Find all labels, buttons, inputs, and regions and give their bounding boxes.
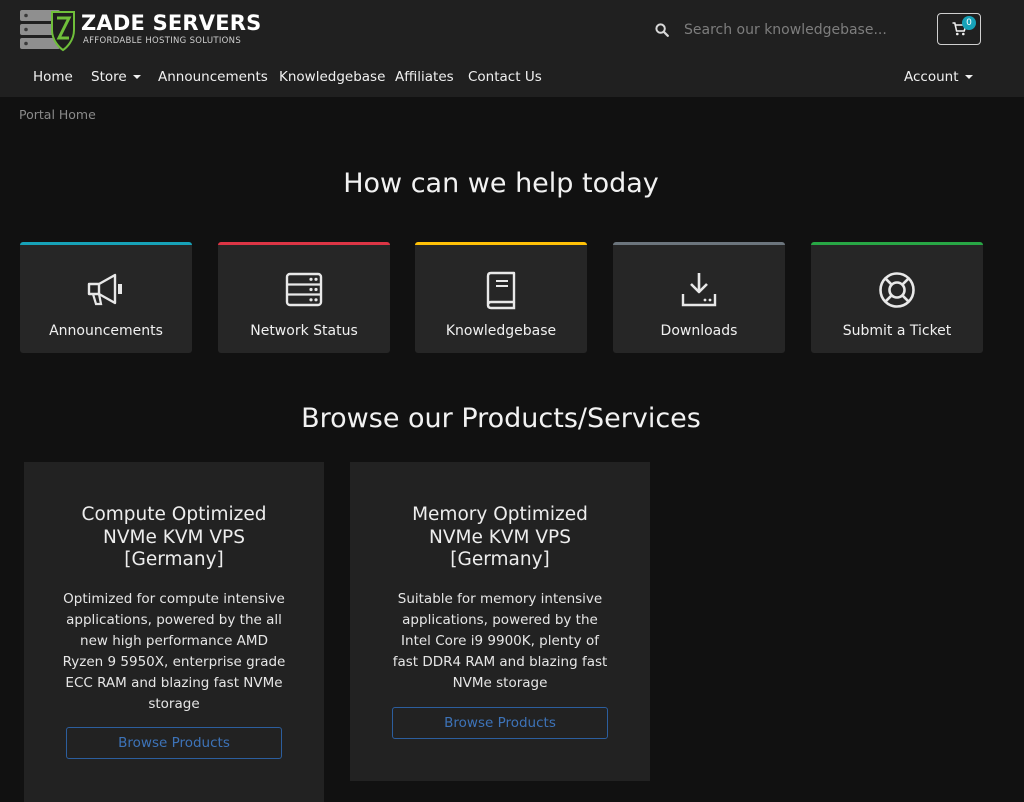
main-nav: Home Store Announcements Knowledgebase A… — [0, 69, 1024, 91]
product-title: Memory Optimized NVMe KVM VPS [Germany] — [412, 504, 588, 570]
tile-downloads[interactable]: Downloads — [613, 242, 785, 353]
book-icon — [486, 271, 516, 310]
nav-account[interactable]: Account — [904, 69, 973, 85]
brand-name: ZADE SERVERS — [81, 11, 262, 35]
knowledgebase-search-input[interactable] — [684, 17, 904, 43]
server-icon — [285, 272, 323, 307]
products-heading: Browse our Products/Services — [301, 403, 701, 434]
brand-tagline: AFFORDABLE HOSTING SOLUTIONS — [83, 36, 242, 46]
download-icon — [681, 273, 717, 307]
nav-affiliates[interactable]: Affiliates — [395, 69, 454, 85]
megaphone-icon — [87, 273, 122, 306]
tile-label: Downloads — [660, 323, 738, 339]
caret-down-icon — [132, 75, 141, 79]
nav-store[interactable]: Store — [91, 69, 141, 85]
tile-label: Knowledgebase — [445, 323, 557, 339]
product-title: Compute Optimized NVMe KVM VPS [Germany] — [81, 504, 267, 570]
tile-network-status[interactable]: Network Status — [218, 242, 390, 353]
nav-account-label: Account — [904, 69, 959, 85]
tile-submit-ticket[interactable]: Submit a Ticket — [811, 242, 983, 353]
site-header: ZADE SERVERS AFFORDABLE HOSTING SOLUTION… — [0, 0, 1024, 97]
tile-label: Submit a Ticket — [842, 323, 952, 339]
product-card-memory: Memory Optimized NVMe KVM VPS [Germany] … — [350, 462, 650, 781]
browse-products-button[interactable]: Browse Products — [66, 727, 282, 759]
product-description: Optimized for compute intensive applicat… — [62, 591, 286, 712]
breadcrumb-portal-home[interactable]: Portal Home — [19, 107, 96, 122]
nav-contact-us[interactable]: Contact Us — [468, 69, 542, 85]
tile-label: Announcements — [49, 323, 163, 339]
breadcrumb[interactable]: Portal Home — [19, 107, 96, 122]
nav-home[interactable]: Home — [33, 69, 73, 85]
cart-count-badge: 0 — [962, 16, 976, 30]
tile-label: Network Status — [250, 323, 358, 339]
nav-knowledgebase[interactable]: Knowledgebase — [279, 69, 385, 85]
tile-knowledgebase[interactable]: Knowledgebase — [415, 242, 587, 353]
help-heading: How can we help today — [343, 168, 659, 199]
tile-announcements[interactable]: Announcements — [20, 242, 192, 353]
server-stack-shield-logo — [20, 10, 75, 52]
nav-store-label: Store — [91, 69, 127, 85]
nav-announcements[interactable]: Announcements — [158, 69, 268, 85]
search-icon[interactable] — [655, 23, 669, 37]
caret-down-icon — [964, 75, 973, 79]
product-description: Suitable for memory intensive applicatio… — [392, 591, 608, 691]
life-ring-icon — [879, 272, 915, 308]
brand-logo[interactable]: ZADE SERVERS AFFORDABLE HOSTING SOLUTION… — [18, 8, 261, 52]
browse-products-button[interactable]: Browse Products — [392, 707, 608, 739]
product-card-compute: Compute Optimized NVMe KVM VPS [Germany]… — [24, 462, 324, 802]
